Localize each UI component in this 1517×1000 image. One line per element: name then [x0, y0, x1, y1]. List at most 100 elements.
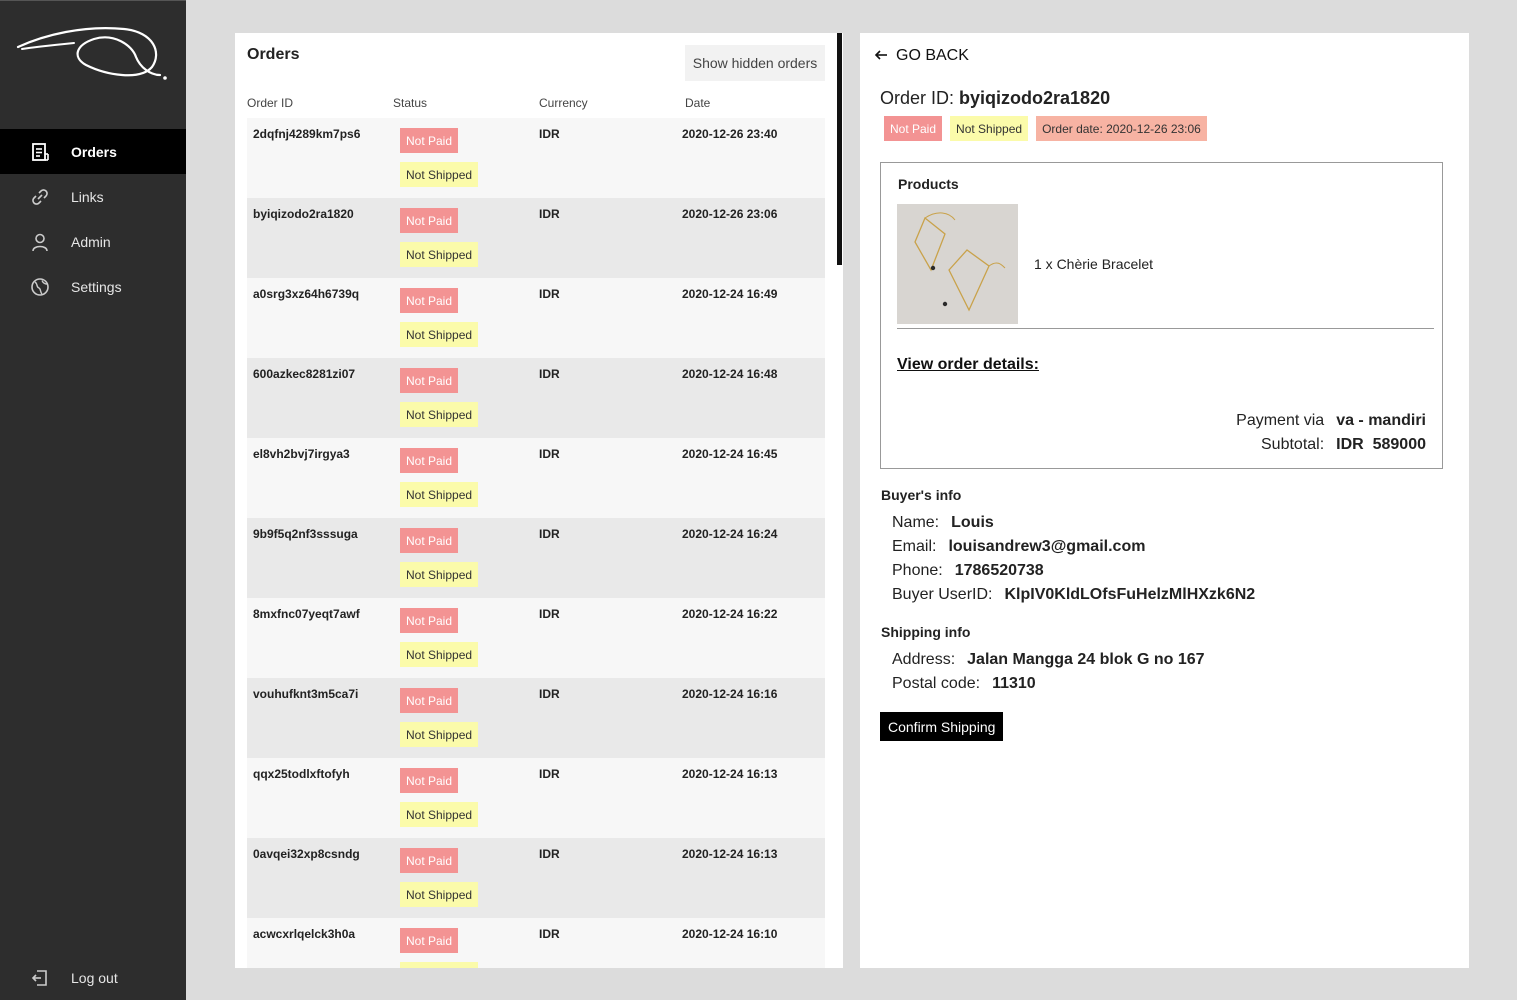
column-header-date[interactable]: Date	[685, 96, 710, 110]
column-header-order-id[interactable]: Order ID	[247, 96, 293, 110]
order-id-cell: vouhufknt3m5ca7i	[253, 687, 359, 701]
buyer-name: Name: Louis	[892, 514, 994, 532]
sidebar-item-orders[interactable]: Orders	[0, 129, 186, 174]
currency-cell: IDR	[539, 287, 560, 301]
view-order-details-link[interactable]: View order details:	[897, 356, 1039, 374]
currency-cell: IDR	[539, 607, 560, 621]
subtotal-label: Subtotal:	[1261, 436, 1325, 453]
document-list-icon	[29, 141, 51, 163]
order-id-cell: 0avqei32xp8csndg	[253, 847, 360, 861]
sidebar-item-links[interactable]: Links	[0, 174, 186, 219]
sidebar-item-admin[interactable]: Admin	[0, 219, 186, 264]
date-cell: 2020-12-24 16:10	[682, 927, 778, 941]
order-id-cell: el8vh2bvj7irgya3	[253, 447, 350, 461]
shipping-info-title: Shipping info	[881, 624, 971, 640]
order-id-cell: 9b9f5q2nf3sssuga	[253, 527, 358, 541]
order-id-label: Order ID:	[880, 88, 955, 108]
currency-cell: IDR	[539, 447, 560, 461]
not-shipped-badge: Not Shipped	[400, 162, 479, 187]
product-line: 1 x Chèrie Bracelet	[1034, 256, 1154, 272]
table-row[interactable]: 9b9f5q2nf3sssuga Not Paid Not Shipped IDR 20…	[247, 518, 825, 598]
date-cell: 2020-12-24 16:22	[682, 607, 778, 621]
table-row[interactable]: qqx25todlxftofyh Not Paid Not Shipped IDR 20…	[247, 758, 825, 838]
arrow-left-icon	[874, 48, 888, 64]
buyer-phone: Phone: 1786520738	[892, 562, 1044, 580]
order-id-cell: acwcxrlqelck3h0a	[253, 927, 356, 941]
orders-panel: Orders Show hidden orders Order ID Statu…	[235, 33, 843, 968]
column-header-status[interactable]: Status	[393, 96, 427, 110]
order-detail-panel: GO BACK Order ID: byiqizodo2ra1820 Not P…	[860, 33, 1469, 968]
logout-label: Log out	[71, 970, 118, 986]
table-row[interactable]: 8mxfnc07yeqt7awf Not Paid Not Shipped IDR 20…	[247, 598, 825, 678]
currency-cell: IDR	[539, 767, 560, 781]
table-row[interactable]: vouhufknt3m5ca7i Not Paid Not Shipped IDR 20…	[247, 678, 825, 758]
buyer-phone-label: Phone:	[892, 562, 943, 579]
currency-cell: IDR	[539, 687, 560, 701]
payment-label: Payment via	[1236, 412, 1325, 429]
table-row[interactable]: 600azkec8281zi07 Not Paid Not Shipped IDR 20…	[247, 358, 825, 438]
order-id-cell: a0srg3xz64h6739q	[253, 287, 360, 301]
table-row[interactable]: acwcxrlqelck3h0a Not Paid Not Shipped IDR 20…	[247, 918, 825, 968]
buyer-userid: Buyer UserID: KlpIV0KldLOfsFuHelzMlHXzk6…	[892, 586, 1255, 604]
products-divider	[897, 328, 1434, 329]
sidebar-item-label: Settings	[71, 278, 122, 295]
not-paid-badge: Not Paid	[400, 368, 459, 393]
sidebar-item-settings[interactable]: Settings	[0, 264, 186, 309]
shipping-address-value: Jalan Mangga 24 blok G no 167	[967, 651, 1205, 668]
table-row[interactable]: a0srg3xz64h6739q Not Paid Not Shipped IDR 20…	[247, 278, 825, 358]
not-paid-badge: Not Paid	[400, 848, 459, 873]
sidebar-item-label: Orders	[71, 143, 117, 160]
not-paid-badge: Not Paid	[400, 768, 459, 793]
not-paid-badge: Not Paid	[400, 208, 459, 233]
not-shipped-badge: Not Shipped	[400, 642, 479, 667]
not-paid-badge: Not Paid	[400, 528, 459, 553]
order-id-cell: 8mxfnc07yeqt7awf	[253, 607, 360, 621]
product-image	[897, 204, 1018, 324]
buyer-email-label: Email:	[892, 538, 937, 555]
currency-cell: IDR	[539, 847, 560, 861]
table-row[interactable]: 2dqfnj4289km7ps6 Not Paid Not Shipped IDR 20…	[247, 118, 825, 198]
payment-method: Payment via va - mandiri	[1236, 412, 1426, 430]
go-back-button[interactable]: GO BACK	[874, 47, 969, 65]
currency-cell: IDR	[539, 207, 560, 221]
date-cell: 2020-12-26 23:06	[682, 207, 778, 221]
brand-logo[interactable]	[14, 23, 174, 85]
buyer-userid-label: Buyer UserID:	[892, 586, 993, 603]
buyer-phone-value: 1786520738	[954, 562, 1044, 579]
confirm-shipping-button[interactable]: Confirm Shipping	[880, 712, 1004, 741]
subtotal-value: IDR 589000	[1336, 436, 1426, 453]
show-hidden-orders-button[interactable]: Show hidden orders	[685, 45, 825, 81]
date-cell: 2020-12-26 23:40	[682, 127, 778, 141]
order-id-cell: qqx25todlxftofyh	[253, 767, 350, 781]
date-cell: 2020-12-24 16:24	[682, 527, 778, 541]
table-row[interactable]: 0avqei32xp8csndg Not Paid Not Shipped IDR 20…	[247, 838, 825, 918]
order-id-value: byiqizodo2ra1820	[959, 88, 1111, 108]
logout-button[interactable]: Log out	[0, 956, 186, 1000]
orders-title: Orders	[247, 46, 300, 63]
go-back-label: GO BACK	[896, 47, 969, 64]
order-date-badge: Order date: 2020-12-26 23:06	[1036, 116, 1207, 141]
date-cell: 2020-12-24 16:13	[682, 767, 778, 781]
not-shipped-badge: Not Shipped	[400, 722, 479, 747]
table-row[interactable]: el8vh2bvj7irgya3 Not Paid Not Shipped IDR 20…	[247, 438, 825, 518]
status-badges: Not Paid Not Shipped Order date: 2020-12…	[884, 116, 1207, 141]
not-shipped-badge: Not Shipped	[400, 322, 479, 347]
table-row[interactable]: byiqizodo2ra1820 Not Paid Not Shipped IDR 20…	[247, 198, 825, 278]
not-paid-badge: Not Paid	[400, 448, 459, 473]
globe-icon	[29, 276, 51, 298]
not-shipped-badge: Not Shipped	[400, 562, 479, 587]
currency-cell: IDR	[539, 927, 560, 941]
not-paid-badge: Not Paid	[884, 116, 943, 141]
currency-cell: IDR	[539, 127, 560, 141]
shipping-postal-code: Postal code: 11310	[892, 675, 1036, 693]
orders-scrollbar[interactable]	[837, 33, 842, 265]
buyer-name-value: Louis	[951, 514, 994, 531]
not-shipped-badge: Not Shipped	[400, 482, 479, 507]
not-paid-badge: Not Paid	[400, 128, 459, 153]
not-paid-badge: Not Paid	[400, 608, 459, 633]
buyer-userid-value: KlpIV0KldLOfsFuHelzMlHXzk6N2	[1004, 586, 1256, 603]
currency-cell: IDR	[539, 367, 560, 381]
postal-code-label: Postal code:	[892, 675, 981, 692]
buyer-email: Email: louisandrew3@gmail.com	[892, 538, 1145, 556]
column-header-currency[interactable]: Currency	[539, 96, 588, 110]
